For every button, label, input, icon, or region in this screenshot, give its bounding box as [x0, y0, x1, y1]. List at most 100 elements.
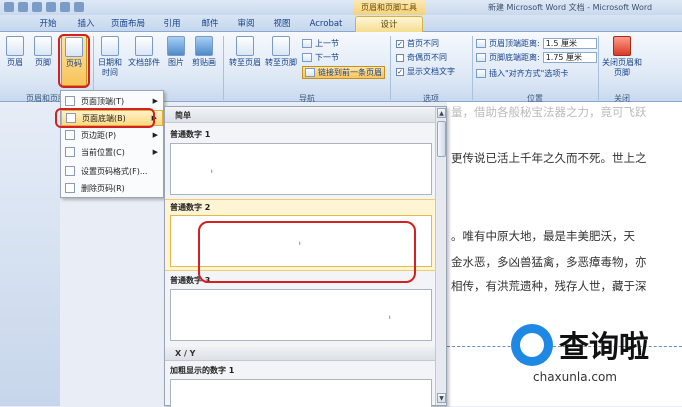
ribbon-tabs: 开始 插入 页面布局 引用 邮件 审阅 视图 Acrobat 设计	[0, 15, 682, 32]
date-time-button[interactable]: 日期和时间	[96, 36, 124, 78]
gallery-item-plain-number-1[interactable]: ı	[170, 143, 432, 195]
tab-home[interactable]: 开始	[28, 16, 68, 32]
footer-icon	[34, 36, 52, 56]
header-icon	[6, 36, 24, 56]
first-page-different-label: 首页不同	[407, 39, 439, 48]
remove-page-numbers-icon	[65, 183, 75, 193]
first-page-different-checkbox[interactable]: ✓ 首页不同	[396, 38, 439, 49]
menu-item-page-margins[interactable]: 页边距(P) ▶	[61, 127, 163, 143]
group-label-navigation: 导航	[299, 94, 315, 103]
title-bar: 页眉和页脚工具 新建 Microsoft Word 文档 - Microsoft…	[0, 0, 682, 15]
scroll-down-icon[interactable]: ▼	[437, 393, 446, 403]
show-document-text-checkbox[interactable]: ✓ 显示文档文字	[396, 66, 455, 77]
menu-item-format-page-numbers[interactable]: 设置页码格式(F)...	[61, 163, 163, 179]
gallery-item-label: 普通数字 2	[170, 203, 211, 212]
picture-button[interactable]: 图片	[164, 36, 188, 68]
page-number-marker: ı	[389, 314, 391, 321]
undo-icon[interactable]	[18, 2, 28, 12]
submenu-arrow-icon: ▶	[152, 97, 158, 105]
tab-mailings[interactable]: 邮件	[192, 16, 228, 32]
odd-even-different-label: 奇偶页不同	[407, 53, 447, 62]
tab-insert[interactable]: 插入	[68, 16, 104, 32]
date-time-label: 日期和时间	[98, 58, 122, 77]
left-margin-area	[0, 102, 60, 406]
show-document-text-label: 显示文档文字	[407, 67, 455, 76]
menu-item-label: 设置页码格式(F)...	[81, 166, 148, 176]
header-top-input[interactable]: 1.5 厘米	[542, 38, 597, 49]
logo-domain: chaxunla.com	[533, 370, 617, 384]
goto-header-label: 转至页眉	[229, 58, 261, 67]
tab-page-layout[interactable]: 页面布局	[104, 16, 152, 32]
menu-item-label: 页边距(P)	[81, 130, 117, 140]
tab-acrobat[interactable]: Acrobat	[302, 16, 350, 32]
goto-header-icon	[236, 36, 254, 56]
link-to-previous-button[interactable]: 链接到前一条页眉	[302, 66, 385, 79]
next-section-label: 下一节	[315, 53, 339, 62]
menu-item-top-of-page[interactable]: 页面顶端(T) ▶	[61, 93, 163, 109]
menu-item-label: 当前位置(C)	[81, 147, 125, 157]
gallery-item-bold-number-1[interactable]	[170, 379, 432, 407]
menu-item-remove-page-numbers[interactable]: 删除页码(R)	[61, 180, 163, 196]
insert-alignment-tab-button[interactable]: 插入"对齐方式"选项卡	[476, 68, 568, 79]
document-line: 。唯有中原大地，最是丰美肥沃，天	[451, 229, 635, 243]
scrollbar-thumb[interactable]	[437, 121, 446, 157]
close-header-footer-label: 关闭页眉和页脚	[602, 58, 642, 77]
annotation-highlight-bottom-of-page	[55, 108, 155, 128]
page-number-marker: ı	[211, 168, 213, 175]
footer-button[interactable]: 页脚	[32, 36, 54, 68]
current-position-icon	[65, 147, 75, 157]
header-top-distance: 页眉顶端距离: 1.5 厘米	[476, 38, 597, 49]
previous-section-button[interactable]: 上一节	[302, 38, 339, 49]
tab-references[interactable]: 引用	[154, 16, 190, 32]
quick-parts-button[interactable]: 文档部件	[126, 36, 162, 68]
menu-item-current-position[interactable]: 当前位置(C) ▶	[61, 144, 163, 160]
top-of-page-icon	[65, 96, 75, 106]
header-button[interactable]: 页眉	[4, 36, 26, 68]
customize-qat-icon[interactable]	[74, 2, 84, 12]
save-icon[interactable]	[4, 2, 14, 12]
odd-even-different-checkbox[interactable]: 奇偶页不同	[396, 52, 447, 63]
group-separator	[223, 36, 224, 100]
redo-icon[interactable]	[32, 2, 42, 12]
format-page-numbers-icon	[65, 166, 75, 176]
print-icon[interactable]	[46, 2, 56, 12]
gallery-scrollbar[interactable]: ▲ ▼	[435, 107, 446, 405]
group-separator	[390, 36, 391, 100]
insert-alignment-tab-label: 插入"对齐方式"选项卡	[489, 69, 569, 78]
page-number-menu: 页面顶端(T) ▶ 页面底端(B) ▶ 页边距(P) ▶ 当前位置(C) ▶ 设…	[60, 90, 164, 198]
goto-header-button[interactable]: 转至页眉	[228, 36, 262, 68]
footer-bottom-input[interactable]: 1.75 厘米	[542, 52, 597, 63]
context-tools-title: 页眉和页脚工具	[353, 0, 425, 15]
checkbox-unchecked[interactable]	[396, 53, 404, 62]
tab-view[interactable]: 视图	[264, 16, 300, 32]
quick-access-toolbar	[4, 2, 84, 12]
new-doc-icon[interactable]	[60, 2, 70, 12]
next-section-button[interactable]: 下一节	[302, 52, 339, 63]
link-icon	[305, 68, 315, 77]
scroll-up-icon[interactable]: ▲	[437, 108, 446, 118]
gallery-section-xy: X / Y	[165, 347, 436, 361]
document-line: 更传说已活上千年之久而不死。世上之	[451, 151, 647, 165]
group-separator	[472, 36, 473, 100]
picture-label: 图片	[168, 58, 184, 67]
tab-design[interactable]: 设计	[355, 16, 423, 32]
clipart-button[interactable]: 剪贴画	[190, 36, 218, 68]
submenu-arrow-icon: ▶	[152, 131, 158, 139]
gallery-item-label: 加粗显示的数字 1	[170, 366, 235, 375]
group-separator	[598, 36, 599, 100]
gallery-item-plain-number-3[interactable]: ı	[170, 289, 432, 341]
checkbox-checked[interactable]: ✓	[396, 39, 404, 48]
goto-footer-button[interactable]: 转至页脚	[264, 36, 298, 68]
submenu-arrow-icon: ▶	[152, 148, 158, 156]
clipart-label: 剪贴画	[192, 58, 216, 67]
checkbox-checked[interactable]: ✓	[396, 67, 404, 76]
watermark-logo: 查询啦 chaxunla.com	[505, 318, 675, 400]
tab-review[interactable]: 审阅	[228, 16, 264, 32]
menu-item-label: 页面顶端(T)	[81, 96, 125, 106]
document-line: 量，借助各般秘宝法器之力，竟可飞跃	[451, 105, 647, 119]
document-line: 相传，有洪荒遗种，残存人世，藏于深	[451, 279, 647, 293]
goto-footer-icon	[272, 36, 290, 56]
logo-search-icon	[511, 324, 553, 366]
clipart-icon	[195, 36, 213, 56]
close-header-footer-button[interactable]: 关闭页眉和页脚	[602, 36, 642, 78]
